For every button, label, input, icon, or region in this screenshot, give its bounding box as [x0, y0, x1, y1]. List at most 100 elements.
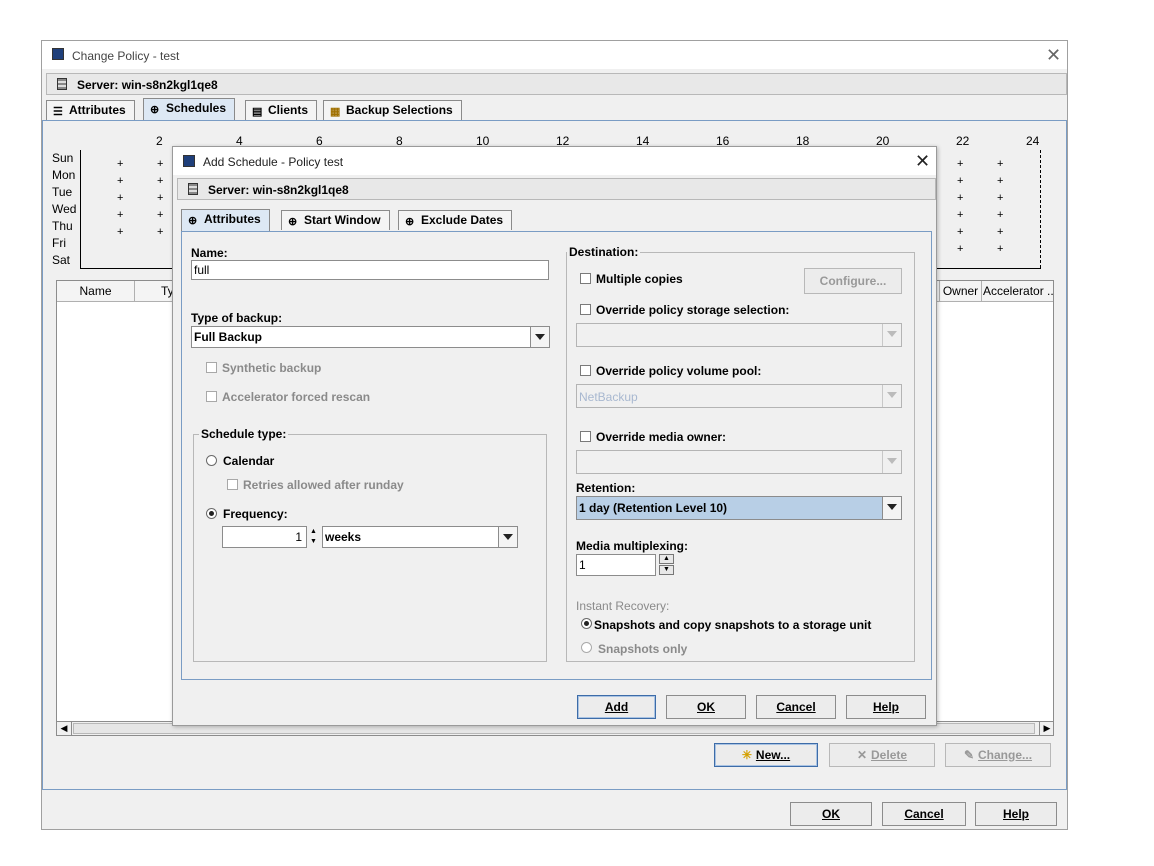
dropdown-button[interactable] [882, 324, 901, 346]
name-input[interactable]: full [191, 260, 549, 280]
instant-recovery-label: Instant Recovery: [576, 599, 670, 613]
grid-right-edge [1039, 150, 1041, 268]
snapshots-copy-radio[interactable] [581, 618, 592, 629]
grid-marker: + [157, 209, 164, 221]
retries-label: Retries allowed after runday [243, 478, 404, 492]
grid-marker: + [157, 192, 164, 204]
calendar-radio[interactable] [206, 455, 217, 466]
close-icon[interactable]: ✕ [1046, 46, 1061, 64]
retries-checkbox[interactable] [227, 479, 238, 490]
ok-label: OK [697, 700, 715, 714]
frequency-unit-select[interactable]: weeks [322, 526, 518, 548]
dialog-tab-exclude-dates[interactable]: ⊕ Exclude Dates [398, 210, 513, 230]
spin-up-icon[interactable]: ▲ [659, 554, 674, 564]
grid-marker: + [157, 226, 164, 238]
dialog-cancel-button[interactable]: Cancel [756, 695, 836, 719]
override-volume-checkbox[interactable] [580, 365, 591, 376]
synthetic-backup-checkbox[interactable] [206, 362, 217, 373]
outer-cancel-button[interactable]: Cancel [882, 802, 966, 826]
grid-marker: + [117, 226, 124, 238]
tab-label: Backup Selections [346, 103, 453, 117]
window-titlebar: Change Policy - test ✕ [42, 41, 1067, 69]
day-label: Tue [52, 185, 73, 199]
retention-select[interactable]: 1 day (Retention Level 10) [576, 496, 902, 520]
dialog-tab-attributes[interactable]: ⊕ Attributes [181, 209, 270, 231]
help-label: Help [872, 700, 899, 714]
chevron-down-icon [887, 504, 897, 510]
delete-button-label: Delete [871, 748, 908, 762]
tab-label: Start Window [304, 213, 381, 227]
accelerator-rescan-checkbox[interactable] [206, 391, 217, 402]
accelerator-rescan-label: Accelerator forced rescan [222, 390, 371, 404]
grid-marker: + [997, 226, 1004, 238]
add-button[interactable]: Add [577, 695, 656, 719]
cancel-label: Cancel [776, 700, 816, 714]
dialog-server-label: Server: win-s8n2kgl1qe8 [208, 183, 349, 197]
volume-pool-select[interactable]: NetBackup [576, 384, 902, 408]
help-label: Help [1002, 807, 1029, 821]
frequency-input[interactable]: 1 [222, 526, 307, 548]
grid-marker: + [997, 175, 1004, 187]
tab-label: Schedules [166, 101, 227, 115]
dialog-server-bar: Server: win-s8n2kgl1qe8 [177, 178, 936, 200]
chevron-down-icon [535, 334, 545, 340]
frequency-radio[interactable] [206, 508, 217, 519]
frequency-spinner[interactable]: ▲ ▼ [309, 526, 319, 548]
dialog-ok-button[interactable]: OK [666, 695, 746, 719]
chevron-down-icon [503, 534, 513, 540]
change-pencil-icon: ✎ [963, 748, 975, 762]
start-window-icon: ⊕ [288, 216, 298, 228]
dialog-close-icon[interactable]: ✕ [915, 152, 930, 170]
dropdown-button[interactable] [882, 385, 901, 407]
column-owner[interactable]: Owner [939, 281, 982, 301]
snapshots-only-radio[interactable] [581, 642, 592, 653]
attributes-icon: ⊕ [188, 215, 198, 227]
name-label: Name: [191, 246, 228, 260]
spin-down-icon[interactable]: ▼ [659, 565, 674, 575]
tab-backup-selections[interactable]: ▦ Backup Selections [323, 100, 462, 120]
grid-marker: + [957, 192, 964, 204]
media-owner-select[interactable] [576, 450, 902, 474]
multiplexing-spinner[interactable]: ▲ ▼ [659, 554, 676, 576]
delete-button[interactable]: ✕ Delete [829, 743, 935, 767]
day-label: Fri [52, 236, 66, 250]
storage-select[interactable] [576, 323, 902, 347]
scroll-left-icon[interactable]: ◀ [57, 722, 72, 735]
multiplexing-input[interactable]: 1 [576, 554, 656, 576]
dropdown-button[interactable] [530, 327, 549, 347]
column-accelerator[interactable]: Accelerator ... [983, 281, 1053, 301]
server-icon [57, 78, 67, 90]
override-storage-checkbox[interactable] [580, 304, 591, 315]
column-name[interactable]: Name [57, 281, 135, 301]
tab-attributes[interactable]: ☰ Attributes [46, 100, 135, 120]
schedule-type-legend: Schedule type: [199, 427, 289, 441]
dropdown-button[interactable] [498, 527, 517, 547]
outer-ok-button[interactable]: OK [790, 802, 872, 826]
snapshots-copy-label: Snapshots and copy snapshots to a storag… [594, 618, 872, 632]
override-owner-checkbox[interactable] [580, 431, 591, 442]
new-button[interactable]: ✳ New... [714, 743, 818, 767]
outer-help-button[interactable]: Help [975, 802, 1057, 826]
spin-up-icon[interactable]: ▲ [310, 528, 317, 535]
dialog-help-button[interactable]: Help [846, 695, 926, 719]
hour-tick: 24 [1026, 134, 1040, 148]
grid-marker: + [997, 158, 1004, 170]
dialog-tab-start-window[interactable]: ⊕ Start Window [281, 210, 390, 230]
configure-button[interactable]: Configure... [804, 268, 902, 294]
add-schedule-dialog: Add Schedule - Policy test ✕ Server: win… [172, 146, 937, 726]
dropdown-button[interactable] [882, 497, 901, 519]
spin-down-icon[interactable]: ▼ [310, 538, 317, 545]
multiple-copies-checkbox[interactable] [580, 273, 591, 284]
chevron-down-icon [887, 458, 897, 464]
change-button[interactable]: ✎ Change... [945, 743, 1051, 767]
tab-schedules[interactable]: ⊕ Schedules [143, 98, 236, 120]
dialog-title: Add Schedule - Policy test [203, 155, 344, 169]
tab-clients[interactable]: ▤ Clients [245, 100, 318, 120]
type-of-backup-select[interactable]: Full Backup [191, 326, 550, 348]
hour-tick: 22 [956, 134, 970, 148]
day-label: Sun [52, 151, 74, 165]
dropdown-button[interactable] [882, 451, 901, 473]
scroll-right-icon[interactable]: ▶ [1039, 722, 1054, 735]
synthetic-backup-label: Synthetic backup [222, 361, 322, 375]
grid-marker: + [157, 158, 164, 170]
